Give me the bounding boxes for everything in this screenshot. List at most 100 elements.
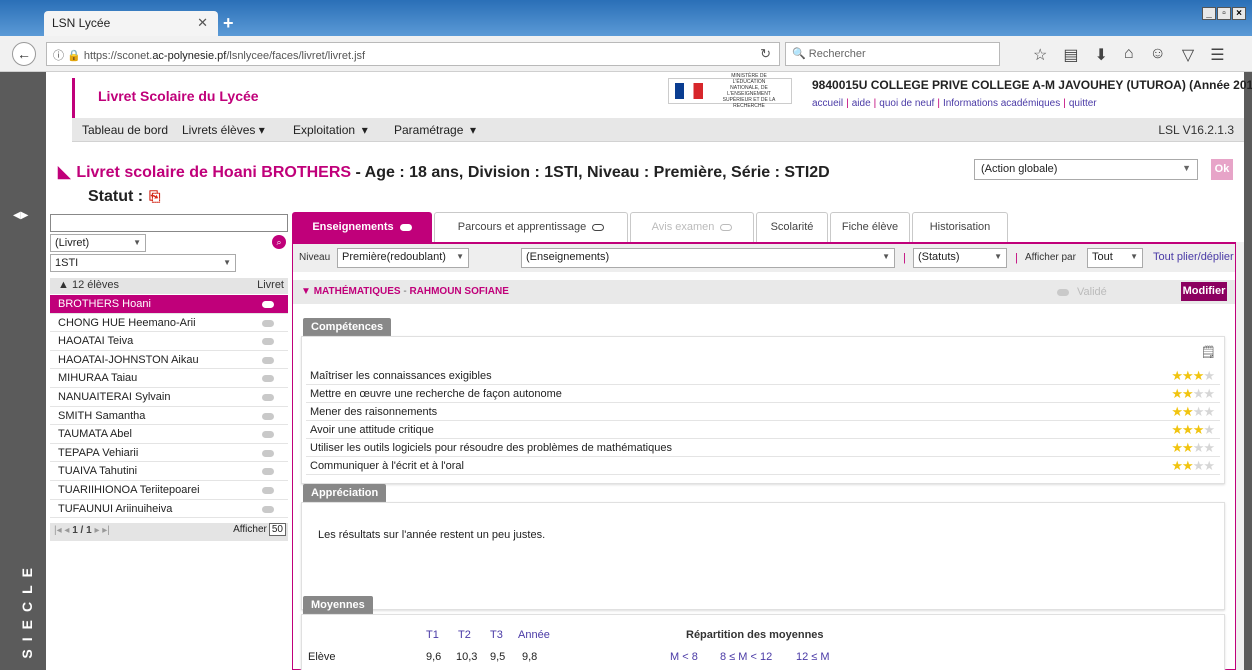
pocket-icon[interactable]: ▽	[1182, 45, 1194, 65]
star-icon[interactable]: ★	[1203, 404, 1215, 419]
last-page-icon[interactable]: ▸ ▸|	[94, 525, 109, 536]
browser-search[interactable]: 🔍 Rechercher	[785, 42, 1000, 66]
link-quoi-de-neuf[interactable]: quoi de neuf	[879, 98, 934, 109]
star-icon[interactable]: ★	[1171, 422, 1183, 437]
download-icon[interactable]: ⬇	[1094, 45, 1107, 65]
tab-fiche-eleve[interactable]: Fiche élève	[830, 212, 910, 242]
toggle-icon[interactable]	[262, 393, 274, 401]
tab-enseignements[interactable]: Enseignements	[292, 212, 432, 242]
info-icon[interactable]: ⓘ 🔒	[53, 50, 81, 62]
first-page-icon[interactable]: |◂ ◂	[54, 525, 69, 536]
list-item[interactable]: BROTHERS Hoani	[50, 295, 288, 314]
star-icon[interactable]: ★	[1203, 386, 1215, 401]
link-aide[interactable]: aide	[852, 98, 871, 109]
search-icon[interactable]: ⌕	[272, 235, 286, 249]
toggle-icon[interactable]	[262, 338, 274, 346]
toggle-icon[interactable]	[262, 431, 274, 439]
star-icon[interactable]: ★	[1182, 458, 1194, 473]
star-rating[interactable]: ★★★★	[1171, 440, 1215, 456]
star-icon[interactable]: ★	[1203, 368, 1215, 383]
star-icon[interactable]: ★	[1182, 440, 1194, 455]
star-rating[interactable]: ★★★★	[1171, 422, 1215, 438]
star-icon[interactable]: ★	[1203, 422, 1215, 437]
star-icon[interactable]: ★	[1182, 386, 1194, 401]
list-item[interactable]: TUARIIHIONOA Teriitepoarei	[50, 480, 288, 500]
link-quitter[interactable]: quitter	[1069, 98, 1097, 109]
star-icon[interactable]: ★	[1171, 386, 1183, 401]
home-icon[interactable]: ⌂	[1124, 45, 1134, 65]
chat-icon[interactable]: ☺	[1150, 45, 1166, 65]
subject-header[interactable]: ▼ MATHÉMATIQUES - RAHMOUN SOFIANE Validé…	[293, 280, 1235, 304]
validation-status[interactable]: Validé	[1057, 286, 1107, 298]
toggle-icon[interactable]	[262, 449, 274, 457]
toggle-icon[interactable]	[262, 412, 274, 420]
link-informations[interactable]: Informations académiques	[943, 98, 1060, 109]
modifier-button[interactable]: Modifier	[1181, 282, 1227, 301]
toggle-icon[interactable]	[262, 319, 274, 327]
list-item[interactable]: HAOATAI-JOHNSTON Aikau	[50, 350, 288, 370]
star-icon[interactable]: ★	[1171, 440, 1183, 455]
toggle-icon[interactable]	[262, 486, 274, 494]
new-tab-icon[interactable]: +	[223, 13, 234, 34]
star-icon[interactable]: ★	[1203, 458, 1215, 473]
url-bar[interactable]: ⓘ 🔒 https://sconet.ac-polynesie.pf/lsnly…	[46, 42, 780, 66]
tab-parcours[interactable]: Parcours et apprentissage	[434, 212, 628, 242]
livret-type-select[interactable]: (Livret) ▼	[50, 234, 146, 252]
toggle-icon[interactable]	[262, 468, 274, 476]
class-select[interactable]: 1STI ▼	[50, 254, 236, 272]
tab-historisation[interactable]: Historisation	[912, 212, 1008, 242]
list-item[interactable]: MIHURAA Taiau	[50, 369, 288, 388]
student-search-input[interactable]	[50, 214, 288, 232]
menu-livrets-eleves[interactable]: Livrets élèves ▾	[182, 123, 265, 137]
toggle-icon[interactable]	[262, 505, 274, 513]
collapse-arrows-icon[interactable]: ◀▶	[13, 210, 28, 221]
bookmark-star-icon[interactable]: ☆	[1033, 45, 1047, 65]
app-title[interactable]: Livret Scolaire du Lycée	[98, 88, 259, 104]
back-icon[interactable]: ←	[12, 42, 36, 66]
action-globale-select[interactable]: (Action globale) ▼	[974, 159, 1198, 180]
star-icon[interactable]: ★	[1182, 368, 1194, 383]
enseignements-select[interactable]: (Enseignements) ▼	[521, 248, 895, 268]
star-icon[interactable]: ★	[1171, 368, 1183, 383]
star-rating[interactable]: ★★★★	[1171, 404, 1215, 420]
toggle-icon[interactable]	[262, 356, 274, 364]
add-note-icon[interactable]: 🗒	[1201, 345, 1216, 359]
minimize-icon[interactable]: _	[1202, 7, 1216, 20]
pdf-icon[interactable]: ⎘	[149, 188, 160, 204]
niveau-select[interactable]: Première(redoublant) ▼	[337, 248, 469, 268]
list-item[interactable]: SMITH Samantha	[50, 406, 288, 426]
link-accueil[interactable]: accueil	[812, 98, 843, 109]
ok-button[interactable]: Ok	[1211, 159, 1233, 180]
afficher-par-select[interactable]: Tout ▼	[1087, 248, 1143, 268]
tout-plier-link[interactable]: Tout plier/déplier	[1153, 251, 1234, 263]
afficher-select[interactable]: 50	[268, 523, 286, 536]
star-icon[interactable]: ★	[1193, 440, 1205, 455]
list-item[interactable]: CHONG HUE Heemano-Arii	[50, 313, 288, 333]
star-rating[interactable]: ★★★★	[1171, 368, 1215, 384]
star-rating[interactable]: ★★★★	[1171, 458, 1215, 474]
reload-icon[interactable]: ↻	[760, 46, 771, 62]
menu-tableau-de-bord[interactable]: Tableau de bord	[82, 123, 168, 137]
star-icon[interactable]: ★	[1193, 422, 1205, 437]
reader-icon[interactable]: ▤	[1063, 45, 1078, 65]
toggle-icon[interactable]	[1057, 288, 1069, 296]
tab-avis-examen[interactable]: Avis examen	[630, 212, 754, 242]
star-icon[interactable]: ★	[1203, 440, 1215, 455]
list-item[interactable]: TUFAUNUI Ariinuiheiva	[50, 499, 288, 519]
star-icon[interactable]: ★	[1182, 404, 1194, 419]
list-item[interactable]: HAOATAI Teiva	[50, 332, 288, 351]
list-item[interactable]: TAUMATA Abel	[50, 425, 288, 444]
star-icon[interactable]: ★	[1193, 368, 1205, 383]
sort-up-icon[interactable]: ▲	[58, 279, 69, 291]
list-item[interactable]: TUAIVA Tahutini	[50, 462, 288, 481]
list-item[interactable]: NANUAITERAI Sylvain	[50, 387, 288, 407]
maximize-icon[interactable]: ▫	[1217, 7, 1231, 20]
list-item[interactable]: TEPAPA Vehiarii	[50, 443, 288, 463]
statuts-select[interactable]: (Statuts) ▼	[913, 248, 1007, 268]
close-tab-icon[interactable]: ✕	[197, 15, 208, 31]
star-icon[interactable]: ★	[1193, 386, 1205, 401]
menu-exploitation[interactable]: Exploitation ▾	[293, 123, 368, 137]
star-rating[interactable]: ★★★★	[1171, 386, 1215, 402]
menu-parametrage[interactable]: Paramétrage ▾	[394, 123, 476, 137]
browser-tab[interactable]: LSN Lycée ✕	[44, 11, 218, 36]
